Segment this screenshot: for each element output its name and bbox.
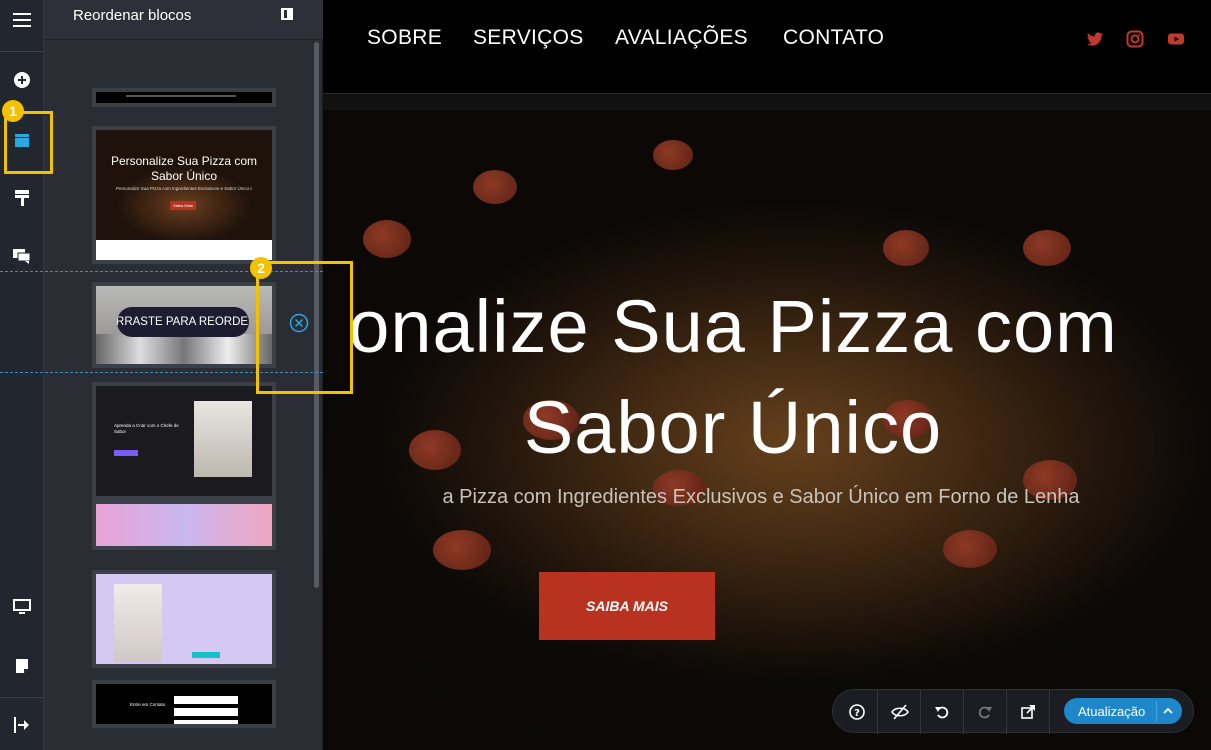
panel-header: Reordenar blocos [44, 0, 323, 40]
hero-title: onalize Sua Pizza com Sabor Único [323, 276, 1183, 478]
redo-icon[interactable] [973, 700, 997, 724]
svg-text:?: ? [854, 708, 860, 719]
update-label: Atualização [1078, 703, 1146, 719]
panel-toggle-icon[interactable] [281, 8, 293, 20]
update-button[interactable]: Atualização [1064, 698, 1182, 724]
nav-link-servicos[interactable]: SERVIÇOS [473, 26, 584, 50]
pages-icon[interactable] [8, 652, 36, 680]
hide-icon[interactable] [888, 700, 912, 724]
chevron-up-icon[interactable] [1162, 706, 1174, 716]
nav-link-sobre[interactable]: SOBRE [367, 26, 442, 50]
undo-icon[interactable] [930, 700, 954, 724]
nav-link-contato[interactable]: CONTATO [783, 26, 884, 50]
block-thumb-course[interactable]: Aprenda a Criar com o Chefe de Sabor [92, 382, 276, 500]
thumb-block3-title: Aprenda a Criar com o Chefe de Sabor [114, 423, 179, 434]
block-thumb-banner[interactable] [92, 500, 276, 550]
site-preview: SOBRE SERVIÇOS AVALIAÇÕES CONTATO onaliz… [323, 0, 1211, 750]
help-icon[interactable]: ? [845, 700, 869, 724]
block-thumb-header[interactable] [92, 88, 276, 107]
annotation-badge-2: 2 [250, 257, 272, 279]
thumb-block5-title: Entre em Contato [130, 702, 166, 707]
panel-title: Reordenar blocos [73, 7, 192, 24]
comments-icon[interactable] [8, 242, 36, 270]
block-thumb-lab[interactable] [92, 570, 276, 668]
add-icon[interactable] [8, 66, 36, 94]
desktop-icon[interactable] [8, 593, 36, 621]
thumb-hero-btn: Saiba Mais [170, 201, 196, 210]
remove-icon[interactable] [289, 313, 309, 333]
external-link-icon[interactable] [1016, 700, 1040, 724]
thumb-hero-sub: Personalize Sua Pizza com Ingredientes E… [116, 186, 252, 191]
menu-icon[interactable] [8, 6, 36, 34]
editor-bottom-bar: ? Atualização [832, 689, 1194, 734]
site-nav: SOBRE SERVIÇOS AVALIAÇÕES CONTATO [323, 0, 1211, 94]
block-thumb-contact[interactable]: Entre em Contato [92, 680, 276, 728]
hero-title-line2: Sabor Único [523, 386, 943, 469]
thumb-hero-title: Personalize Sua Pizza com Sabor Único [110, 154, 258, 183]
hero-subtitle: a Pizza com Ingredientes Exclusivos e Sa… [442, 486, 1080, 508]
nav-link-avaliacoes[interactable]: AVALIAÇÕES [615, 26, 748, 50]
paint-icon[interactable] [8, 184, 36, 212]
block-thumb-hero[interactable]: Personalize Sua Pizza com Sabor Único Pe… [92, 126, 276, 264]
twitter-icon[interactable] [1086, 30, 1104, 48]
instagram-icon[interactable] [1126, 30, 1144, 48]
hero-title-line1: onalize Sua Pizza com [348, 285, 1118, 368]
annotation-badge-1: 1 [2, 100, 24, 122]
cta-button[interactable]: SAIBA MAIS [539, 572, 715, 640]
exit-icon[interactable] [8, 711, 36, 739]
drag-hint-pill: ARRASTE PARA REORDE... [117, 307, 249, 337]
youtube-icon[interactable] [1167, 30, 1185, 48]
